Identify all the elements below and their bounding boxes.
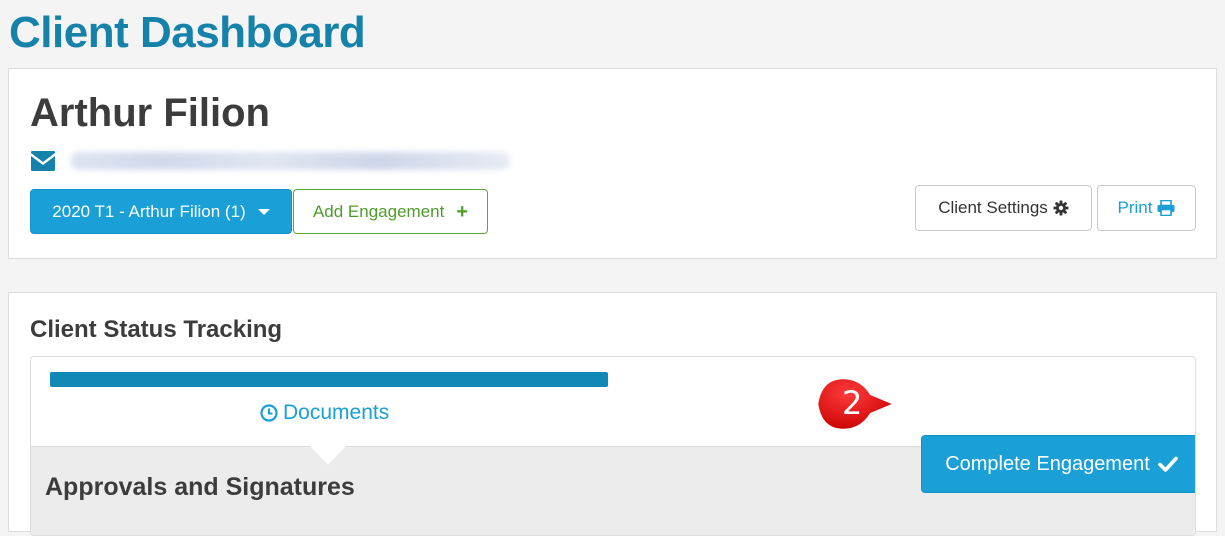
client-header-panel: Arthur Filion 2020 T1 - Arthur Filion (1…: [8, 68, 1217, 259]
client-email-row: [30, 149, 510, 173]
gear-icon: [1053, 200, 1069, 216]
add-engagement-label: Add Engagement: [312, 201, 445, 221]
callout-step-number: 2: [842, 384, 863, 422]
plus-icon: +: [456, 200, 469, 223]
caret-down-icon: [257, 208, 270, 215]
status-tracking-panel: Client Status Tracking Documents Approva…: [8, 292, 1217, 536]
client-settings-button[interactable]: Client Settings: [915, 185, 1092, 231]
envelope-icon: [31, 151, 55, 171]
client-settings-label: Client Settings: [938, 198, 1048, 217]
add-engagement-button[interactable]: Add Engagement +: [293, 189, 488, 234]
progress-fill: [50, 372, 608, 387]
checkmark-icon: [1157, 456, 1178, 472]
engagement-select-label: 2020 T1 - Arthur Filion (1): [52, 201, 246, 221]
step-pointer: [309, 445, 347, 465]
printer-icon: [1157, 200, 1175, 216]
engagement-select-dropdown[interactable]: 2020 T1 - Arthur Filion (1): [30, 189, 292, 234]
status-tracking-title: Client Status Tracking: [30, 316, 283, 343]
complete-engagement-button[interactable]: Complete Engagement: [921, 435, 1195, 493]
complete-engagement-label: Complete Engagement: [945, 452, 1150, 475]
print-label: Print: [1117, 198, 1153, 217]
documents-progress-bar: [50, 372, 608, 387]
approvals-title: Approvals and Signatures: [45, 473, 355, 501]
print-button[interactable]: Print: [1097, 185, 1196, 231]
page-title: Client Dashboard: [9, 8, 366, 57]
clock-icon: [260, 404, 278, 422]
client-name: Arthur Filion: [30, 91, 270, 135]
client-email-redacted: [70, 152, 510, 170]
step-documents[interactable]: Documents: [260, 401, 389, 425]
step-documents-label: Documents: [283, 401, 390, 424]
status-tracker: Documents Approvals and Signatures Compl…: [30, 356, 1196, 536]
